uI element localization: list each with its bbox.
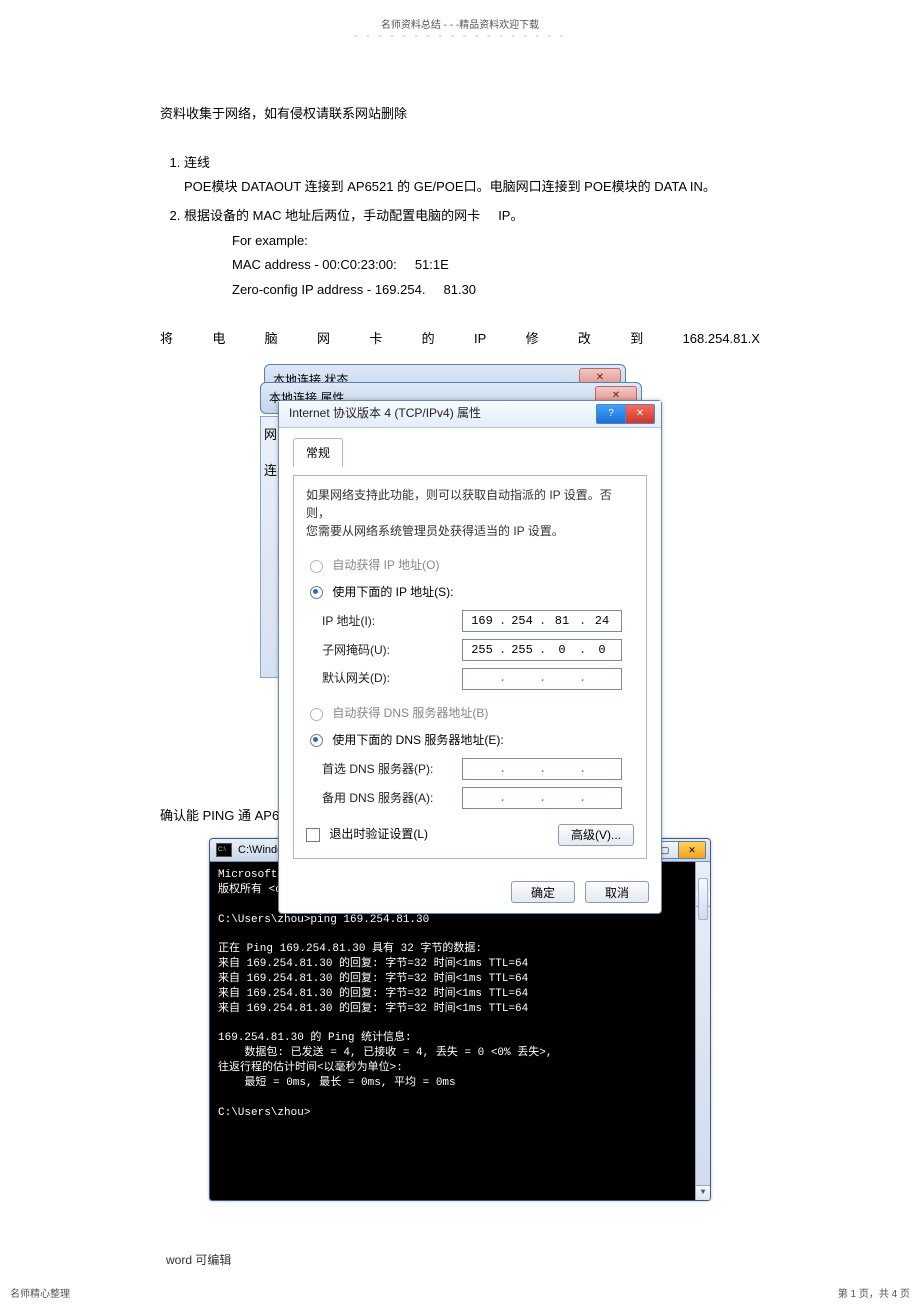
mask-a[interactable]: 255 <box>467 639 497 662</box>
footer-right: 第 1 页，共 4 页 <box>838 1285 910 1300</box>
label-gateway: 默认网关(D): <box>322 667 462 690</box>
step-1: 连线 POE模块 DATAOUT 连接到 AP6521 的 GE/POE口。电脑… <box>184 151 760 200</box>
radio-auto-dns-label: 自动获得 DNS 服务器地址(B) <box>332 706 488 720</box>
lead-note: 资料收集于网络，如有侵权请联系网站删除 <box>160 102 760 127</box>
ip-d[interactable]: 24 <box>587 610 617 633</box>
example-label: For example: <box>232 229 760 254</box>
label-dns1: 首选 DNS 服务器(P): <box>322 758 462 781</box>
cmd-l9: 来自 169.254.81.30 的回复: 字节=32 时间<1ms TTL=6… <box>218 988 528 1000</box>
cmd-l4: C:\Users\zhou>ping 169.254.81.30 <box>218 914 429 926</box>
step-2-body-a: 根据设备的 MAC 地址后两位，手动配置电脑的网卡 <box>184 208 480 223</box>
page-header: 名师资料总结 - - -精品资料欢迎下载 <box>0 16 920 31</box>
mac-line-b: 51:1E <box>415 257 449 272</box>
close-icon[interactable]: ✕ <box>626 404 655 424</box>
cancel-button[interactable]: 取消 <box>585 881 649 903</box>
mask-c[interactable]: 0 <box>547 639 577 662</box>
cmd-l7: 来自 169.254.81.30 的回复: 字节=32 时间<1ms TTL=6… <box>218 958 528 970</box>
advanced-button[interactable]: 高级(V)... <box>558 824 634 846</box>
step-1-body: POE模块 DATAOUT 连接到 AP6521 的 GE/POE口。电脑网口连… <box>184 179 716 194</box>
radio-manual-dns[interactable] <box>310 734 323 747</box>
sp-5: 的 <box>422 327 435 352</box>
footer-editable: word 可编辑 <box>166 1251 920 1268</box>
sp-4: 卡 <box>369 327 382 352</box>
sp-3: 网 <box>317 327 330 352</box>
mac-line-a: MAC address - 00:C0:23:00: <box>232 257 397 272</box>
step-1-title: 连线 <box>184 155 210 170</box>
cmd-l15: 最短 = 0ms, 最长 = 0ms, 平均 = 0ms <box>218 1077 456 1089</box>
sp-1: 电 <box>212 327 225 352</box>
left-tab-1: 网 <box>261 417 279 454</box>
gateway-input[interactable]: . . . <box>462 668 622 690</box>
sp-0: 将 <box>160 327 173 352</box>
dialog-titlebar[interactable]: Internet 协议版本 4 (TCP/IPv4) 属性 ? ✕ <box>279 401 661 428</box>
ip-c[interactable]: 81 <box>547 610 577 633</box>
dns2-input[interactable]: . . . <box>462 787 622 809</box>
radio-manual-ip[interactable] <box>310 586 323 599</box>
checkbox-validate[interactable] <box>306 828 320 842</box>
steps-list: 连线 POE模块 DATAOUT 连接到 AP6521 的 GE/POE口。电脑… <box>160 151 760 303</box>
dialog-title: Internet 协议版本 4 (TCP/IPv4) 属性 <box>289 402 481 425</box>
header-dots: - - - - - - - - - - - - - - - - - - <box>0 31 920 42</box>
dialog-description: 如果网络支持此功能，则可以获取自动指派的 IP 设置。否则， 您需要从网络系统管… <box>306 486 634 540</box>
sp-6: IP <box>474 327 486 352</box>
sp-8: 改 <box>578 327 591 352</box>
sp-9: 到 <box>630 327 643 352</box>
cmd-l17: C:\Users\zhou> <box>218 1107 310 1119</box>
cmd-scrollbar[interactable]: ▲ ▼ <box>695 862 710 1200</box>
mask-d[interactable]: 0 <box>587 639 617 662</box>
cmd-l12: 169.254.81.30 的 Ping 统计信息: <box>218 1032 412 1044</box>
scroll-down-icon[interactable]: ▼ <box>696 1185 710 1200</box>
radio-manual-dns-label: 使用下面的 DNS 服务器地址(E): <box>332 733 503 747</box>
ip-a[interactable]: 169 <box>467 610 497 633</box>
ok-button[interactable]: 确定 <box>511 881 575 903</box>
tcpip-dialog: Internet 协议版本 4 (TCP/IPv4) 属性 ? ✕ 常规 如果网… <box>278 400 662 915</box>
radio-auto-ip[interactable] <box>310 560 323 573</box>
mask-b[interactable]: 255 <box>507 639 537 662</box>
help-icon[interactable]: ? <box>596 404 626 424</box>
sp-target: 168.254.81.X <box>683 327 760 352</box>
spread-instruction: 将 电 脑 网 卡 的 IP 修 改 到 168.254.81.X <box>160 327 760 352</box>
ip-address-input[interactable]: 169. 254. 81. 24 <box>462 610 622 632</box>
scroll-thumb[interactable] <box>698 878 708 920</box>
footer-left: 名师精心整理 <box>10 1285 70 1300</box>
radio-manual-ip-label: 使用下面的 IP 地址(S): <box>332 585 453 599</box>
label-ip: IP 地址(I): <box>322 610 462 633</box>
ip-b[interactable]: 254 <box>507 610 537 633</box>
subnet-mask-input[interactable]: 255. 255. 0. 0 <box>462 639 622 661</box>
sp-2: 脑 <box>265 327 278 352</box>
step-2-body-b: IP。 <box>498 208 523 223</box>
zeroconfig-line-b: 81.30 <box>444 282 477 297</box>
radio-auto-dns[interactable] <box>310 708 323 721</box>
close-icon[interactable]: ✕ <box>679 841 706 859</box>
cmd-l13: 数据包: 已发送 = 4, 已接收 = 4, 丢失 = 0 <0% 丢失>, <box>218 1047 552 1059</box>
radio-auto-ip-label: 自动获得 IP 地址(O) <box>332 558 439 572</box>
cmd-icon <box>216 843 232 857</box>
checkbox-validate-label: 退出时验证设置(L) <box>329 827 428 841</box>
label-dns2: 备用 DNS 服务器(A): <box>322 787 462 810</box>
cmd-l8: 来自 169.254.81.30 的回复: 字节=32 时间<1ms TTL=6… <box>218 973 528 985</box>
cmd-l10: 来自 169.254.81.30 的回复: 字节=32 时间<1ms TTL=6… <box>218 1003 528 1015</box>
properties-left-strip: 网 连 <box>260 416 279 678</box>
cmd-l14: 往返行程的估计时间<以毫秒为单位>: <box>218 1062 403 1074</box>
dns1-input[interactable]: . . . <box>462 758 622 780</box>
sp-7: 修 <box>526 327 539 352</box>
tab-general[interactable]: 常规 <box>293 438 343 468</box>
label-mask: 子网掩码(U): <box>322 639 462 662</box>
step-2: 根据设备的 MAC 地址后两位，手动配置电脑的网卡 IP。 For exampl… <box>184 204 760 303</box>
zeroconfig-line-a: Zero-config IP address - 169.254. <box>232 282 425 297</box>
left-tab-2: 连 <box>261 453 279 490</box>
cmd-l6: 正在 Ping 169.254.81.30 具有 32 字节的数据: <box>218 943 482 955</box>
